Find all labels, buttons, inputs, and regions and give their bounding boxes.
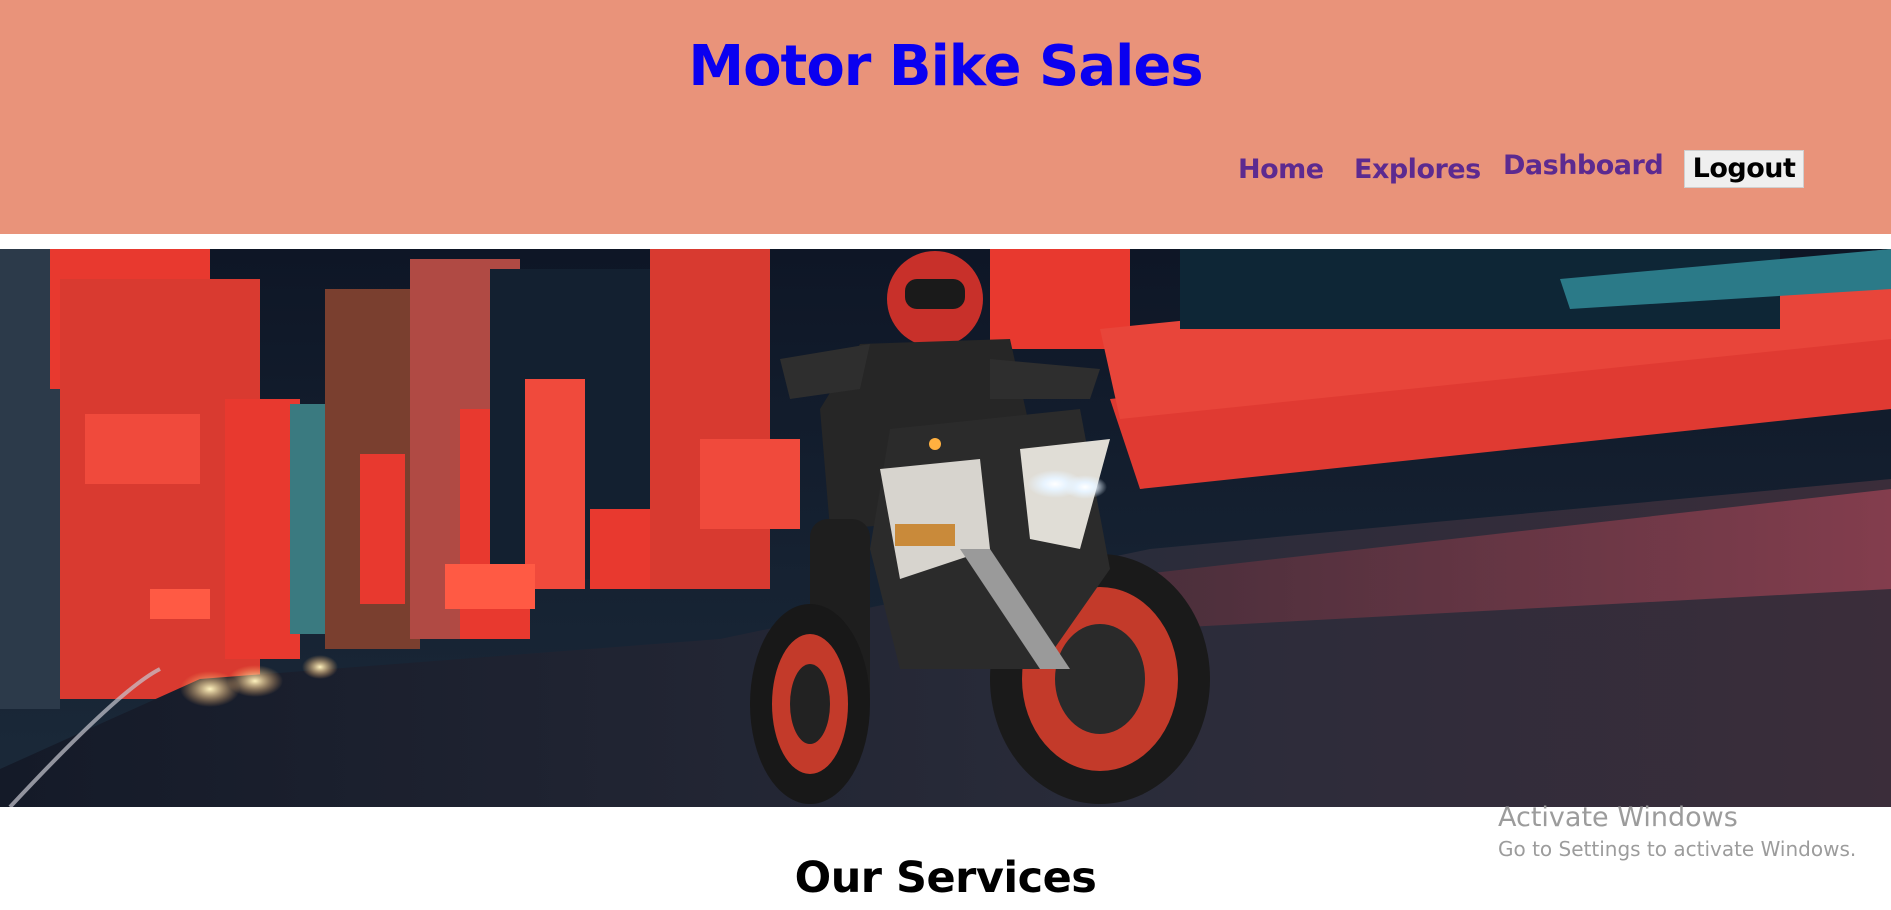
logout-button[interactable]: Logout bbox=[1684, 150, 1804, 188]
nav-home-link[interactable]: Home bbox=[1238, 154, 1324, 185]
activation-title: Activate Windows bbox=[1498, 802, 1738, 833]
nav-explores-link[interactable]: Explores bbox=[1354, 154, 1481, 185]
activation-subtitle: Go to Settings to activate Windows. bbox=[1498, 837, 1857, 861]
windows-activation-watermark: Activate Windows Go to Settings to activ… bbox=[1498, 802, 1856, 861]
nav-dashboard-link[interactable]: Dashboard bbox=[1503, 150, 1664, 181]
hero-banner bbox=[0, 249, 1891, 807]
site-title: Motor Bike Sales bbox=[688, 34, 1203, 99]
motorbike-banner-image bbox=[0, 249, 1891, 807]
site-header: Motor Bike Sales Home Explores Dashboard… bbox=[0, 0, 1891, 234]
